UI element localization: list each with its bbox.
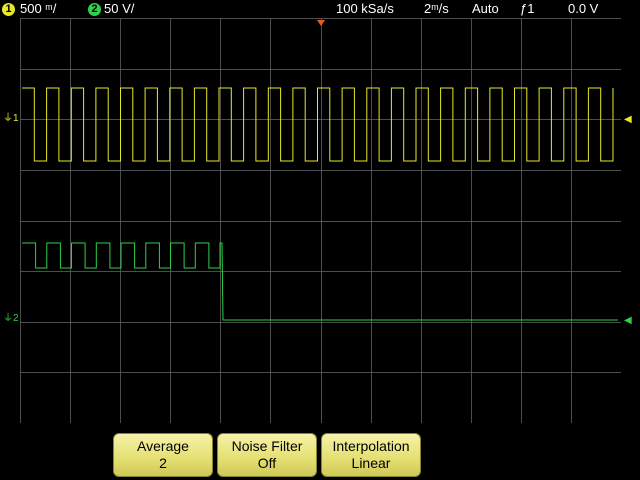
average-softkey[interactable]: Average 2	[113, 433, 213, 477]
softkey-value: 2	[159, 455, 167, 471]
ch1-indicator[interactable]: 1	[2, 1, 15, 17]
status-bar: 1 500 ᵐ/ 2 50 V/ 100 kSa/s 2ᵐ/s Auto ƒ1 …	[0, 0, 640, 18]
ch2-waveform	[22, 242, 618, 321]
ch2-ground-marker[interactable]: ⏚2	[3, 314, 19, 324]
sample-rate: 100 kSa/s	[336, 1, 394, 16]
softkey-title: Noise Filter	[231, 438, 303, 454]
waveform-display[interactable]	[20, 18, 621, 423]
trigger-position-icon	[317, 20, 325, 26]
ch2-level-arrow: ◀	[624, 315, 632, 326]
ch1-ground-marker[interactable]: ⏚1	[3, 114, 19, 124]
graticule	[20, 18, 621, 423]
ch2-badge: 2	[88, 3, 101, 17]
softkey-title: Interpolation	[332, 438, 410, 454]
softkey-title: Average	[137, 438, 189, 454]
timebase: 2ᵐ/s	[424, 1, 449, 16]
noise-filter-softkey[interactable]: Noise Filter Off	[217, 433, 317, 477]
ch2-ground-icon: ⏚	[3, 313, 13, 324]
trigger-mode: Auto	[472, 1, 499, 16]
interpolation-softkey[interactable]: Interpolation Linear	[321, 433, 421, 477]
ch1-scale: 500 ᵐ/	[20, 1, 57, 16]
softkey-value: Off	[257, 455, 277, 471]
ch2-scale: 50 V/	[104, 1, 135, 16]
ch2-indicator[interactable]: 2	[88, 1, 101, 17]
trigger-level: 0.0 V	[568, 1, 599, 16]
ch1-badge: 1	[2, 3, 15, 17]
trigger-source: ƒ1	[520, 1, 535, 16]
softkey-bar: Average 2 Noise Filter Off Interpolation…	[0, 424, 640, 480]
ch1-waveform	[22, 87, 614, 162]
ch1-ground-icon: ⏚	[3, 113, 13, 124]
softkey-value: Linear	[351, 455, 391, 471]
ch1-trigger-level-arrow: ◀	[624, 114, 632, 125]
